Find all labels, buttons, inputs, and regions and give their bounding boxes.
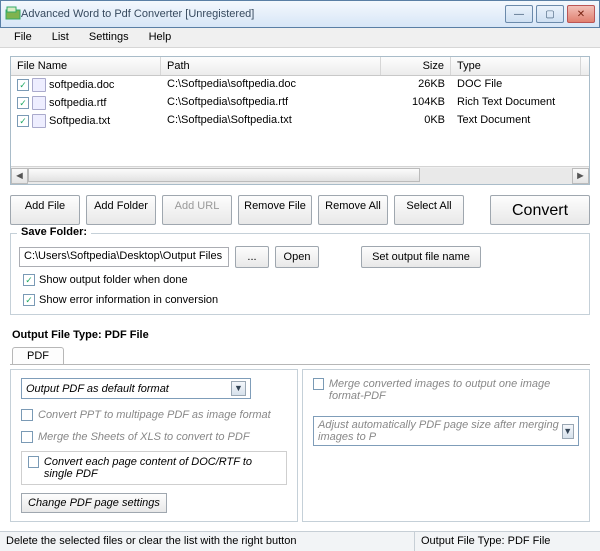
scroll-right-icon[interactable]: ► [572, 168, 589, 184]
xls-checkbox [21, 431, 33, 443]
file-size: 0KB [381, 113, 451, 129]
add-file-button[interactable]: Add File [10, 195, 80, 225]
pdf-options-right: Merge converted images to output one ima… [302, 369, 590, 522]
scroll-thumb[interactable] [28, 168, 420, 182]
output-path-input[interactable]: C:\Users\Softpedia\Desktop\Output Files [19, 247, 229, 267]
window-title: Advanced Word to Pdf Converter [Unregist… [21, 8, 505, 20]
output-type-title: Output File Type: PDF File [12, 329, 590, 341]
convert-button[interactable]: Convert [490, 195, 590, 225]
file-icon [32, 114, 46, 128]
save-folder-legend: Save Folder: [17, 226, 91, 238]
docrtf-checkbox[interactable] [28, 456, 39, 468]
file-path: C:\Softpedia\Softpedia.txt [161, 113, 381, 129]
file-icon [32, 78, 46, 92]
horizontal-scrollbar[interactable]: ◄ ► [11, 166, 589, 184]
file-size: 104KB [381, 95, 451, 111]
file-type: DOC File [451, 77, 581, 93]
maximize-button[interactable]: ▢ [536, 5, 564, 23]
combo-value: Output PDF as default format [26, 383, 169, 395]
file-name: softpedia.doc [49, 79, 114, 91]
file-list: File Name Path Size Type ✓ softpedia.doc … [10, 56, 590, 185]
minimize-button[interactable]: — [505, 5, 533, 23]
file-path: C:\Softpedia\softpedia.doc [161, 77, 381, 93]
tab-pdf[interactable]: PDF [12, 347, 64, 364]
show-error-label: Show error information in conversion [39, 294, 218, 306]
show-error-checkbox[interactable]: ✓ [23, 294, 35, 306]
menu-help[interactable]: Help [139, 28, 182, 47]
col-header-type[interactable]: Type [451, 57, 581, 75]
ppt-checkbox [21, 409, 33, 421]
file-icon [32, 96, 46, 110]
file-list-body[interactable]: ✓ softpedia.doc C:\Softpedia\softpedia.do… [11, 76, 589, 166]
status-output-type: Output File Type: PDF File [415, 532, 600, 551]
row-checkbox[interactable]: ✓ [17, 97, 29, 109]
titlebar: Advanced Word to Pdf Converter [Unregist… [0, 0, 600, 28]
remove-all-button[interactable]: Remove All [318, 195, 388, 225]
change-pdf-settings-button[interactable]: Change PDF page settings [21, 493, 167, 513]
menu-list[interactable]: List [42, 28, 79, 47]
output-format-combo[interactable]: Output PDF as default format ▼ [21, 378, 251, 399]
row-checkbox[interactable]: ✓ [17, 115, 29, 127]
show-folder-label: Show output folder when done [39, 274, 188, 286]
menu-file[interactable]: File [4, 28, 42, 47]
file-type: Rich Text Document [451, 95, 581, 111]
file-name: softpedia.rtf [49, 97, 106, 109]
statusbar: Delete the selected files or clear the l… [0, 531, 600, 551]
adjust-combo: Adjust automatically PDF page size after… [313, 416, 579, 446]
table-row[interactable]: ✓ Softpedia.txt C:\Softpedia\Softpedia.tx… [11, 112, 589, 130]
file-type: Text Document [451, 113, 581, 129]
merge-checkbox [313, 378, 324, 390]
status-hint: Delete the selected files or clear the l… [0, 532, 415, 551]
file-name: Softpedia.txt [49, 115, 110, 127]
merge-label: Merge converted images to output one ima… [329, 378, 579, 402]
close-button[interactable]: ✕ [567, 5, 595, 23]
table-row[interactable]: ✓ softpedia.doc C:\Softpedia\softpedia.do… [11, 76, 589, 94]
save-folder-group: Save Folder: C:\Users\Softpedia\Desktop\… [10, 233, 590, 315]
browse-button[interactable]: ... [235, 246, 269, 268]
xls-label: Merge the Sheets of XLS to convert to PD… [38, 431, 250, 443]
add-folder-button[interactable]: Add Folder [86, 195, 156, 225]
select-all-button[interactable]: Select All [394, 195, 464, 225]
menu-settings[interactable]: Settings [79, 28, 139, 47]
tabstrip: PDF [10, 347, 590, 365]
ppt-label: Convert PPT to multipage PDF as image fo… [38, 409, 271, 421]
pdf-options-left: Output PDF as default format ▼ Convert P… [10, 369, 298, 522]
chevron-down-icon[interactable]: ▼ [231, 381, 246, 396]
table-row[interactable]: ✓ softpedia.rtf C:\Softpedia\softpedia.rt… [11, 94, 589, 112]
open-folder-button[interactable]: Open [275, 246, 319, 268]
menubar: File List Settings Help [0, 28, 600, 48]
file-size: 26KB [381, 77, 451, 93]
row-checkbox[interactable]: ✓ [17, 79, 29, 91]
show-folder-checkbox[interactable]: ✓ [23, 274, 35, 286]
add-url-button[interactable]: Add URL [162, 195, 232, 225]
set-output-filename-button[interactable]: Set output file name [361, 246, 481, 268]
scroll-left-icon[interactable]: ◄ [11, 168, 28, 184]
col-header-path[interactable]: Path [161, 57, 381, 75]
adjust-label: Adjust automatically PDF page size after… [318, 419, 562, 443]
col-header-size[interactable]: Size [381, 57, 451, 75]
docrtf-label: Convert each page content of DOC/RTF to … [44, 456, 280, 480]
file-path: C:\Softpedia\softpedia.rtf [161, 95, 381, 111]
col-header-name[interactable]: File Name [11, 57, 161, 75]
file-list-header: File Name Path Size Type [11, 57, 589, 76]
app-icon [5, 6, 21, 22]
remove-file-button[interactable]: Remove File [238, 195, 312, 225]
chevron-down-icon: ▼ [562, 424, 574, 439]
